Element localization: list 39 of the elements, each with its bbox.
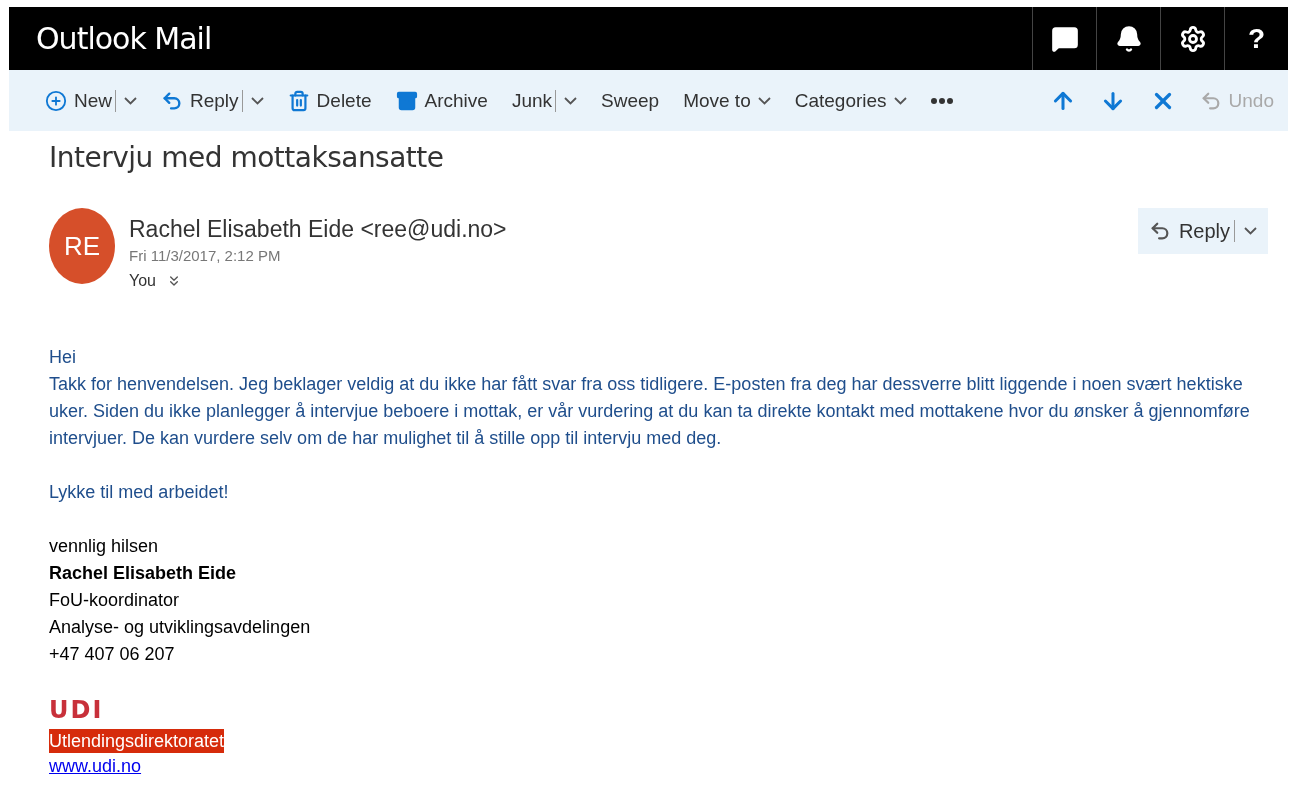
settings-icon[interactable] [1178,24,1207,53]
signature-line: FoU-koordinator [49,589,180,612]
app-title: Outlook Mail [35,21,213,56]
organization-name: Utlendingsdirektoratet [49,729,225,753]
message-date: Fri 11/3/2017, 2:12 PM [129,247,282,264]
signature-greeting: vennlig hilsen [49,535,159,558]
toolbar-button[interactable]: Move to [683,89,771,112]
logo: UDI [49,695,104,725]
plus-icon [45,89,67,112]
signature-line: Analyse- og utviklingsavdelingen [49,616,311,639]
archive-icon [395,89,418,112]
message-paragraph: Hei Takk for henvendelsen. Jeg beklager veldig at du ikke har fått svar fra oss tidligere. E-posten fra deg har dessverre blitt liggende i noen svært hektiske uker. Siden du ikke planlegger å intervjue beboere i mottak, er vår vurdering at du kan ta direkte kontakt med mottakene hvor du ønsker å gjennomføre intervjuer. De kan vurdere selv om de har mulighet til å stille opp til intervju med deg. [49,346,1251,450]
signature-name: Rachel Elisabeth Eide [49,562,237,585]
caret-icon [1244,227,1258,235]
bell-icon[interactable] [1114,24,1143,53]
sender: Rachel Elisabeth Eide <ree@udi.no> [129,216,508,243]
chat-icon[interactable] [1050,24,1079,53]
toolbar-button[interactable]: Archive [395,89,488,112]
caret-icon [564,96,577,105]
toolbar-button[interactable]: Reply [161,89,264,112]
caret-icon [250,96,264,105]
reply-button[interactable]: Reply [1138,208,1268,254]
toolbar-button[interactable]: Categories [794,89,907,112]
message-subject: Intervju med mottaksansatte [49,141,445,174]
website-link[interactable]: www.udi.no [49,753,142,780]
toolbar-button[interactable]: Delete [287,89,372,112]
toolbar-button[interactable]: Sweep [601,89,660,112]
caret-icon [893,96,907,105]
caret-icon [757,96,771,105]
toolbar-button[interactable]: Junk [511,89,577,112]
more-icon[interactable] [930,97,953,104]
caret-icon [124,96,137,105]
signature-line: +47 407 06 207 [49,643,175,666]
trash-icon [287,89,310,112]
reply-icon [161,89,183,112]
toolbar-button[interactable]: New [45,89,137,112]
message-paragraph: Lykke til med arbeidet! [49,481,230,504]
avatar: RE [49,208,115,284]
recipient: You [129,272,156,290]
